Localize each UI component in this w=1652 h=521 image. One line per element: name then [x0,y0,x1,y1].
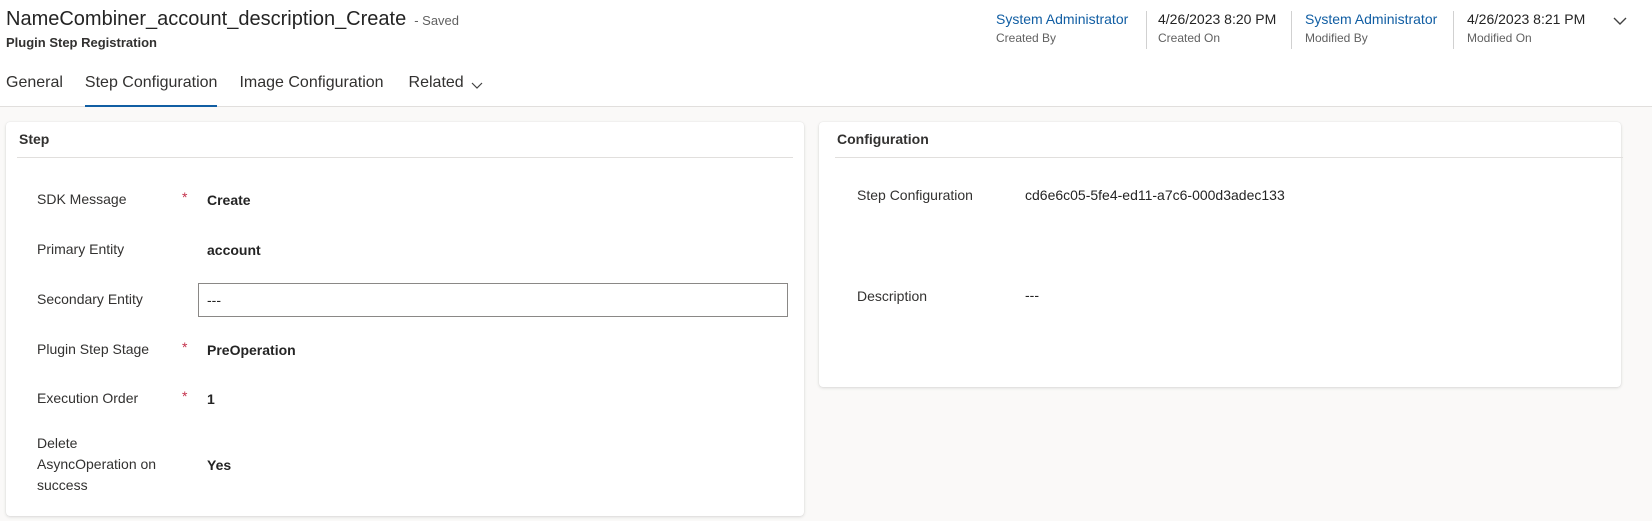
configuration-section: Configuration Step Configuration cd6e6c0… [819,122,1623,387]
tab-label: General [6,74,63,91]
required-indicator: * [182,339,188,355]
tab-step-configuration[interactable]: Step Configuration [84,70,218,107]
created-by-field: System Administrator Created By [996,10,1128,45]
modified-on-field: 4/26/2023 8:21 PM Modified On [1467,10,1585,45]
plugin-step-stage-label: Plugin Step Stage [37,341,150,357]
chevron-down-icon [471,82,483,89]
tab-related[interactable]: Related [409,70,484,107]
tab-label: Step Configuration [84,74,218,91]
execution-order-value[interactable]: 1 [207,391,215,407]
tab-general[interactable]: General [6,70,63,107]
execution-order-label: Execution Order [37,390,139,406]
created-by-label: Created By [996,31,1057,45]
required-indicator: * [182,189,188,205]
secondary-entity-label: Secondary Entity [37,291,143,307]
delete-async-value[interactable]: Yes [207,457,231,473]
created-on-field: 4/26/2023 8:20 PM Created On [1158,10,1276,45]
delete-async-label-line3: success [37,477,88,493]
save-status: - Saved [414,13,460,28]
delete-async-label-line2: AsyncOperation on [37,456,157,472]
description-label: Description [857,288,928,304]
step-configuration-value[interactable]: cd6e6c05-5fe4-ed11-a7c6-000d3adec133 [1025,187,1285,203]
meta-divider [1146,11,1147,49]
title-row: NameCombiner_account_description_Create … [6,8,459,31]
tab-label: Image Configuration [239,74,384,91]
primary-entity-label: Primary Entity [37,241,125,257]
step-configuration-label: Step Configuration [857,187,973,203]
secondary-entity-value: --- [207,292,221,308]
section-title: Configuration [837,131,929,147]
record-title: NameCombiner_account_description_Create [6,8,407,30]
modified-by-label: Modified By [1305,31,1368,45]
primary-entity-value[interactable]: account [207,242,261,258]
section-divider [17,157,793,158]
plugin-step-stage-value[interactable]: PreOperation [207,342,296,358]
tab-list: General Step Configuration Image Configu… [0,70,506,107]
tab-label: Related [408,74,464,91]
sdk-message-label: SDK Message [37,191,127,207]
chevron-down-icon[interactable] [1611,12,1629,30]
required-indicator: * [182,388,188,404]
section-title: Step [19,131,50,147]
delete-async-label-line1: Delete [37,435,78,451]
modified-on-value: 4/26/2023 8:21 PM [1467,11,1586,27]
meta-divider [1453,11,1454,49]
tab-image-configuration[interactable]: Image Configuration [239,70,383,107]
secondary-entity-input[interactable]: --- [198,283,788,317]
sdk-message-value[interactable]: Create [207,192,251,208]
section-divider [835,157,1623,158]
modified-by-link[interactable]: System Administrator [1305,10,1437,28]
created-by-link[interactable]: System Administrator [996,10,1128,28]
modified-on-label: Modified On [1467,31,1532,45]
created-on-label: Created On [1158,31,1221,45]
meta-divider [1291,11,1292,49]
created-on-value: 4/26/2023 8:20 PM [1158,11,1277,27]
record-header: NameCombiner_account_description_Create … [0,0,1652,107]
description-value[interactable]: --- [1025,287,1039,303]
entity-type-label: Plugin Step Registration [6,35,157,50]
step-section: Step SDK Message * Create Primary Entity… [6,122,804,516]
modified-by-field: System Administrator Modified By [1305,10,1437,45]
